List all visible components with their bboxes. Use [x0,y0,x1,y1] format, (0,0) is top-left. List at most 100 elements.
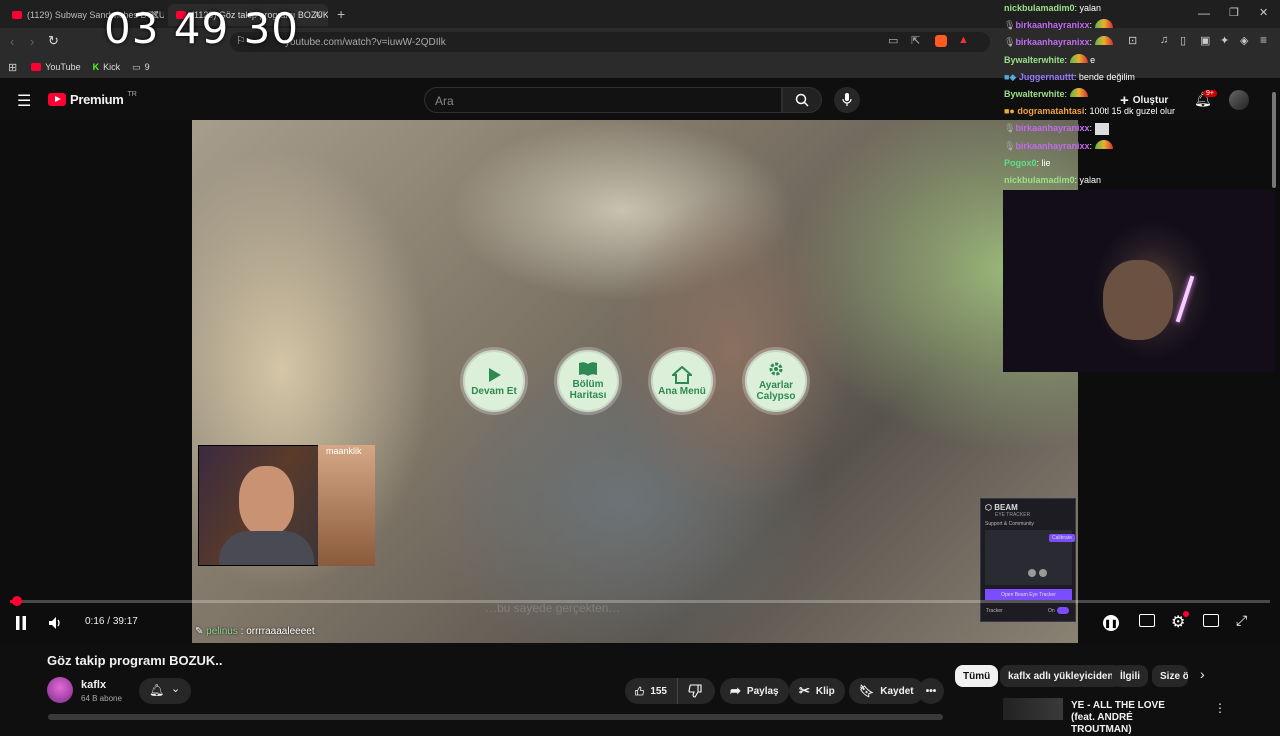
back-icon[interactable]: ‹ [10,34,14,49]
recommendation-thumbnail[interactable] [1003,698,1063,720]
chat-message: 🎙︎birkaanhayranixx: [1004,34,1275,51]
main-menu-button[interactable]: Ana Menü [651,350,713,412]
chat-text: bende değilim [1078,71,1135,82]
close-tab-icon[interactable]: ✕ [313,8,322,21]
page-scrollbar[interactable] [1272,92,1276,188]
chip-for-you[interactable]: Size ö [1152,665,1188,687]
chat-user: Bywalterwhite [1004,89,1065,100]
volume-button[interactable] [46,614,64,632]
dislike-button[interactable] [677,678,715,704]
chevron-right-icon[interactable]: › [1200,666,1205,682]
comment-user: pelinus [206,626,238,637]
emote-icon [1094,36,1113,46]
open-beam-button: Open Beam Eye Tracker [985,589,1072,600]
chat-message: nickbulamadim0: yalan [1004,175,1102,186]
bookmark-label: Kick [103,62,121,72]
chat-message: Bywalterwhite: [1004,86,1275,103]
chat-message: 🎙︎birkaanhayranixx: [1004,17,1275,34]
video-title: Göz takip programı BOZUK.. [47,653,223,668]
search-button[interactable] [782,87,822,113]
chat-message: 🎙︎birkaanhayranixx: [1004,120,1275,137]
channel-name[interactable]: kaflx [81,679,106,691]
reload-icon[interactable]: ↻ [48,33,59,49]
brave-rewards-icon[interactable]: ▲ [958,34,969,46]
subtitles-icon[interactable] [1139,614,1155,627]
chat-user: birkaanhayranixx [1015,20,1090,31]
recommendation-title[interactable]: YE - ALL THE LOVE (feat. ANDRÉ TROUTMAN) [1071,700,1191,736]
chip-all[interactable]: Tümü [955,665,999,687]
emote-icon [1094,139,1113,149]
calibrate-button: Calibrate [1049,534,1076,542]
chat-message: ■● dogramatahtasi: 100tl 15 dk guzel olu… [1004,106,1175,117]
badge-icon: ■● [1004,106,1015,117]
screencast-icon[interactable]: ▭ [888,34,898,47]
save-button[interactable]: 🔖︎ Kaydet [849,678,924,704]
mic-badge-icon: 🎙︎ [1004,123,1016,134]
chat-user: birkaanhayranixx [1015,123,1090,134]
mic-badge-icon: 🎙︎ [1004,140,1016,151]
menu-button-label: Ana Menü [658,385,706,397]
share-button[interactable]: ➦ Paylaş [720,678,789,704]
new-tab-icon[interactable]: + [337,6,345,22]
miniplayer-icon[interactable] [1203,614,1219,627]
menu-button-label: Devam Et [471,385,517,397]
hd-badge [1183,611,1189,617]
subscription-bell-button[interactable]: 🔔︎ ⌄ [139,678,191,704]
video-subtitle: …bu sayede gerçekten… [485,601,621,615]
clip-button[interactable]: ✂ Klip [789,678,845,704]
forward-icon[interactable]: › [30,34,34,49]
bookmark-youtube[interactable]: YouTube [31,62,81,72]
neon-light [1175,275,1195,323]
brave-shield-icon[interactable] [935,35,947,47]
viewer-comment: ✎ pelinus : orrrraaaaleeeet [195,626,315,637]
like-count: 155 [650,685,667,697]
guest-name: maanklik [326,446,362,456]
chip-from-uploader[interactable]: kaflx adlı yükleyiciden [1000,665,1122,687]
beam-toggle-label: On [1048,608,1055,614]
chat-text: yalan [1079,175,1102,186]
settings-calypso-button[interactable]: Ayarlar Calypso [745,350,807,412]
stream-timer: 03 49 30 [104,4,300,53]
bell-icon: 🔔︎ [149,683,165,697]
microphone-icon [842,93,852,106]
fullscreen-icon[interactable]: ⤢ [1236,612,1247,629]
autoplay-toggle[interactable]: ❚❚ [1103,615,1119,631]
bookmark-label: 9 [144,62,150,72]
chapter-map-button[interactable]: Bölüm Haritası [557,350,619,412]
like-button[interactable]: 155 [625,678,677,704]
address-bar[interactable]: youtube.com/watch?v=iuwW-2QDIlk [230,32,990,52]
pause-icon [16,616,26,630]
emote-icon [1094,123,1109,136]
chevron-down-icon: ⌄ [171,683,181,695]
chat-user: nickbulamadim0 [1004,175,1075,186]
home-icon [672,365,692,384]
continue-button[interactable]: Devam Et [463,350,525,412]
channel-avatar[interactable] [47,677,73,703]
pause-button[interactable] [12,614,30,632]
menu-button-label: Bölüm Haritası [569,379,607,401]
chat-user: nickbulamadim0 [1004,3,1075,13]
beam-eye-tracker-panel: ⬡ BEAM EYE TRACKER Support & Community C… [980,498,1076,622]
folder-icon: ▭ [132,61,141,72]
progress-bar[interactable] [10,600,1270,603]
bookmark-kick[interactable]: K Kick [93,62,121,72]
share-icon[interactable]: ⇱ [911,34,920,47]
youtube-premium-logo[interactable]: Premium TR [48,91,137,107]
apps-grid-icon[interactable]: ⊞ [8,61,17,74]
chat-user: birkaanhayranixx [1015,140,1090,151]
beam-subtitle: EYE TRACKER [995,512,1031,518]
streamer-face [1103,260,1173,340]
more-actions-button[interactable]: ••• [918,678,944,704]
search-input[interactable]: Ara [424,87,782,113]
bookmark-folder[interactable]: ▭ 9 [132,62,150,73]
more-vertical-icon[interactable]: ⋮ [1214,701,1226,715]
progress-scrubber[interactable] [12,596,22,606]
hamburger-menu-icon[interactable]: ☰ [17,91,31,111]
chip-related[interactable]: İlgili [1112,665,1148,687]
voice-search-button[interactable] [834,87,860,113]
beam-menu-item: Support & Community [985,521,1034,527]
save-label: Kaydet [880,685,914,697]
logo-text: Premium [70,92,124,107]
horizontal-scrollbar[interactable] [48,714,943,720]
chat-text: yalan [1079,3,1102,13]
